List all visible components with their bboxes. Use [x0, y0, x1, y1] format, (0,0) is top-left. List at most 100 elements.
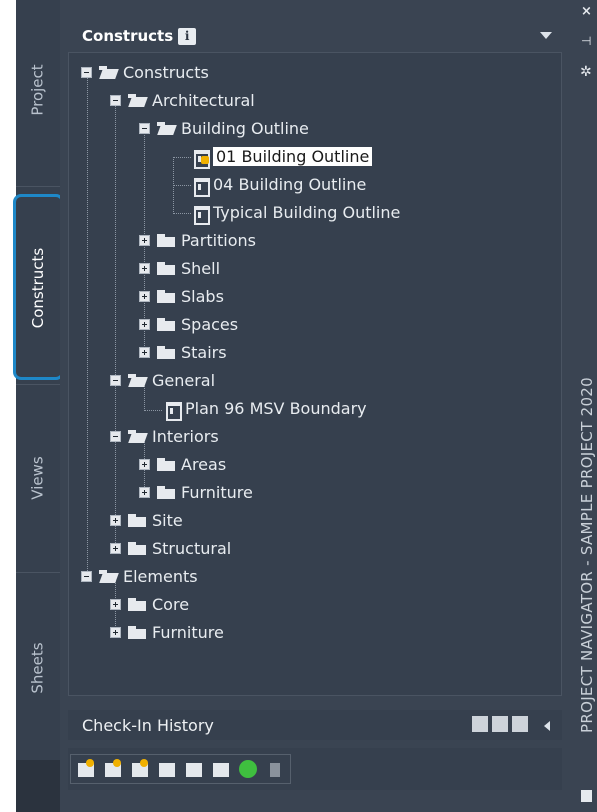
- chevron-down-icon[interactable]: [540, 32, 552, 39]
- palette-menu-icon[interactable]: [581, 790, 592, 802]
- tree-node-01-building-outline[interactable]: 01 Building Outline: [193, 143, 373, 169]
- tree-node-architectural[interactable]: Architectural: [110, 87, 255, 113]
- drawing-file-icon: [193, 177, 210, 197]
- expand-icon[interactable]: [110, 598, 121, 610]
- tree-node-constructs[interactable]: Constructs: [81, 59, 209, 85]
- folder-icon: [157, 457, 175, 471]
- add-construct-button[interactable]: [102, 758, 124, 780]
- tree-node-slabs[interactable]: Slabs: [139, 283, 224, 309]
- copy-construct-button[interactable]: [156, 758, 178, 780]
- tree-node-elements-furniture[interactable]: Furniture: [110, 619, 224, 645]
- expand-icon[interactable]: [110, 626, 121, 638]
- collapse-icon[interactable]: [110, 94, 121, 106]
- constructs-tree: Constructs Architectural Building Outlin…: [68, 52, 562, 696]
- tab-strip-footer: [16, 760, 60, 812]
- drawing-file-icon: [165, 401, 182, 421]
- expand-icon[interactable]: [139, 346, 150, 358]
- tree-connector: [115, 101, 116, 543]
- chevron-left-icon[interactable]: [544, 721, 550, 731]
- tree-node-areas[interactable]: Areas: [139, 451, 226, 477]
- tree-connector: [87, 73, 88, 581]
- regenerate-views-button[interactable]: [183, 758, 205, 780]
- history-icon[interactable]: [472, 716, 488, 732]
- tree-node-label: Building Outline: [181, 118, 309, 138]
- folder-icon: [128, 597, 146, 611]
- tree-node-furniture[interactable]: Furniture: [139, 479, 253, 505]
- tab-divider: [16, 572, 60, 573]
- expand-icon[interactable]: [139, 318, 150, 330]
- tab-project[interactable]: Project: [16, 20, 60, 160]
- tab-views[interactable]: Views: [16, 385, 60, 570]
- collapse-icon[interactable]: [110, 374, 121, 386]
- collapse-icon[interactable]: [139, 122, 150, 134]
- check-in-history-icons: [472, 716, 528, 732]
- folder-icon: [157, 261, 175, 275]
- expand-icon[interactable]: [110, 542, 121, 554]
- properties-icon[interactable]: ✲: [580, 64, 592, 80]
- tree-node-structural[interactable]: Structural: [110, 535, 231, 561]
- expand-icon[interactable]: [139, 234, 150, 246]
- tree-node-elements[interactable]: Elements: [81, 563, 198, 589]
- tree-connector: [173, 185, 191, 186]
- tree-node-building-outline[interactable]: Building Outline: [139, 115, 309, 141]
- tree-node-general[interactable]: General: [110, 367, 215, 393]
- tree-node-label: Shell: [181, 258, 221, 278]
- tree-node-plan-96-msv-boundary[interactable]: Plan 96 MSV Boundary: [165, 395, 367, 421]
- close-icon[interactable]: ×: [581, 4, 592, 19]
- constructs-tab-highlight: [13, 194, 64, 380]
- tree-node-core[interactable]: Core: [110, 591, 189, 617]
- tree-node-label: Interiors: [152, 426, 219, 446]
- tab-sheets[interactable]: Sheets: [16, 575, 60, 760]
- tree-node-label: Slabs: [181, 286, 224, 306]
- tree-connector: [173, 213, 191, 214]
- auto-hide-icon[interactable]: ⊣: [581, 34, 591, 48]
- tree-node-shell[interactable]: Shell: [139, 255, 220, 281]
- open-xref-manager-button[interactable]: [210, 758, 232, 780]
- tree-node-label: Typical Building Outline: [213, 202, 401, 222]
- check-in-history-header[interactable]: Check-In History: [68, 710, 562, 740]
- drawing-file-icon: [193, 149, 210, 169]
- expand-icon[interactable]: [110, 514, 121, 526]
- folder-icon: [157, 233, 175, 247]
- folder-icon: [157, 317, 175, 331]
- collapse-icon[interactable]: [81, 570, 92, 582]
- palette-title-wrap: PROJECT NAVIGATOR - SAMPLE PROJECT 2020: [576, 340, 597, 770]
- add-category-button[interactable]: [75, 758, 97, 780]
- tree-node-label: Site: [152, 510, 183, 530]
- tab-project-label: Project: [29, 64, 48, 116]
- folder-icon: [128, 625, 146, 639]
- add-element-button[interactable]: [129, 758, 151, 780]
- collapse-icon[interactable]: [110, 430, 121, 442]
- collapse-icon[interactable]: [81, 66, 92, 78]
- folder-open-icon: [99, 569, 117, 583]
- tab-divider: [16, 186, 60, 187]
- history-list-icon[interactable]: [512, 716, 528, 732]
- check-in-history-title: Check-In History: [82, 715, 214, 735]
- expand-icon[interactable]: [139, 262, 150, 274]
- tree-node-04-building-outline[interactable]: 04 Building Outline: [193, 171, 366, 197]
- tab-sheets-label: Sheets: [29, 641, 47, 694]
- tree-node-label: Core: [152, 594, 190, 614]
- tree-node-site[interactable]: Site: [110, 507, 183, 533]
- tree-connector: [173, 157, 191, 158]
- tree-node-partitions[interactable]: Partitions: [139, 227, 256, 253]
- tree-node-label: 04 Building Outline: [213, 174, 367, 194]
- palette-title-bar: × ⊣ ✲ PROJECT NAVIGATOR - SAMPLE PROJECT…: [576, 0, 597, 812]
- history-detail-icon[interactable]: [492, 716, 508, 732]
- tree-node-label: Furniture: [181, 482, 253, 502]
- repath-project-button[interactable]: [264, 758, 286, 780]
- expand-icon[interactable]: [139, 486, 150, 498]
- folder-open-icon: [157, 121, 175, 135]
- refresh-button[interactable]: [237, 758, 259, 780]
- tree-node-typical-building-outline[interactable]: Typical Building Outline: [193, 199, 400, 225]
- info-icon[interactable]: i: [178, 27, 197, 45]
- lock-icon: [201, 155, 209, 164]
- folder-icon: [157, 485, 175, 499]
- tree-node-spaces[interactable]: Spaces: [139, 311, 238, 337]
- tree-node-interiors[interactable]: Interiors: [110, 423, 219, 449]
- tree-node-label: Architectural: [152, 90, 255, 110]
- tree-node-stairs[interactable]: Stairs: [139, 339, 227, 365]
- expand-icon[interactable]: [139, 290, 150, 302]
- expand-icon[interactable]: [139, 458, 150, 470]
- palette-title: Constructs: [82, 27, 174, 45]
